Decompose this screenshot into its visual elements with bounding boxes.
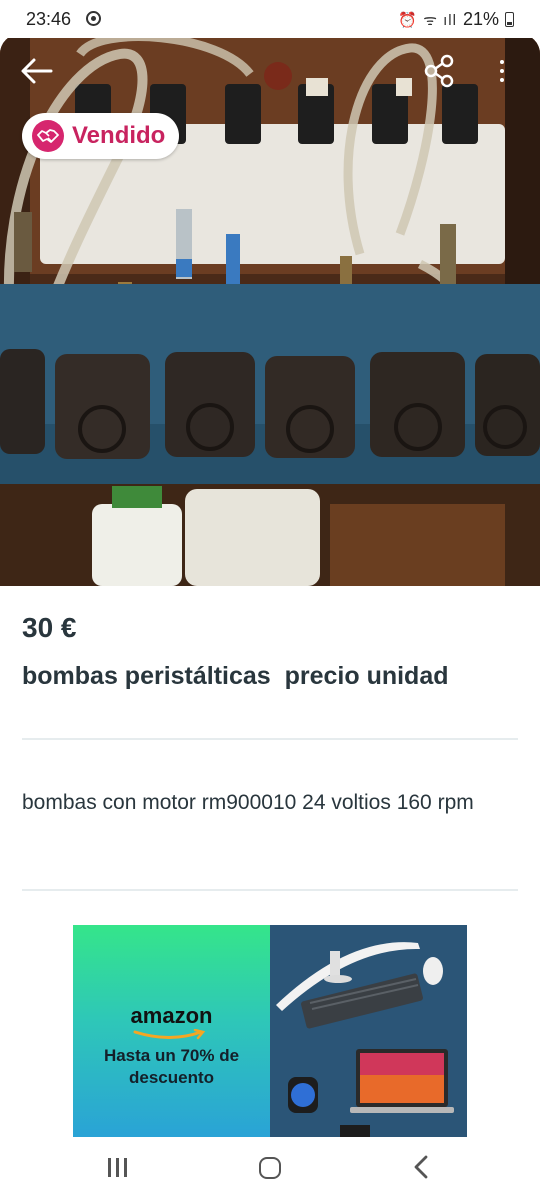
home-button[interactable]: [259, 1157, 281, 1179]
back-arrow-icon: [21, 58, 53, 84]
status-bar: 23:46 ⏰ ᯤ ıll 21%: [0, 0, 540, 38]
ad-text: Hasta un 70% de descuento: [103, 1046, 240, 1087]
ad-brand-logo: amazon: [130, 1003, 213, 1028]
sold-label: Vendido: [72, 122, 166, 149]
listing-title: bombas peristálticas precio unidad: [22, 662, 449, 690]
more-vertical-icon: [500, 69, 504, 73]
ad-banner[interactable]: amazon Hasta un 70% de descuento: [73, 925, 467, 1137]
back-icon: [414, 1155, 428, 1179]
system-nav-bar: [0, 1138, 540, 1200]
ad-products-illustration: [276, 942, 454, 1137]
recent-apps-icon: [116, 1158, 119, 1177]
divider: [22, 738, 518, 740]
divider: [22, 889, 518, 891]
battery-icon: [505, 12, 514, 27]
handshake-icon: [32, 120, 64, 152]
sold-badge: Vendido: [22, 113, 180, 159]
more-options-button[interactable]: [492, 54, 512, 88]
listing-price: 30 €: [22, 612, 77, 643]
status-time: 23:46: [26, 9, 72, 29]
share-icon: [424, 54, 454, 88]
ad-image-panel: [270, 925, 467, 1137]
back-arrow-button[interactable]: [18, 54, 56, 88]
battery-level: 21%: [462, 9, 499, 29]
recent-apps-icon: [108, 1158, 111, 1177]
ad-text-panel: amazon Hasta un 70% de descuento: [73, 925, 270, 1137]
recent-apps-button[interactable]: [108, 1158, 127, 1177]
listing-description: bombas con motor rm900010 24 voltios 160…: [22, 791, 474, 814]
share-button[interactable]: [422, 54, 458, 88]
amazon-smile-icon: [133, 1029, 206, 1040]
status-icons: ⏰ ᯤ ıll: [398, 11, 457, 29]
more-vertical-icon: [500, 78, 504, 82]
more-vertical-icon: [500, 60, 504, 64]
recent-apps-icon: [124, 1158, 127, 1177]
status-right: ⏰ ᯤ ıll 21%: [398, 9, 514, 30]
notification-dot-icon: [86, 11, 101, 26]
system-back-button[interactable]: [412, 1154, 430, 1185]
